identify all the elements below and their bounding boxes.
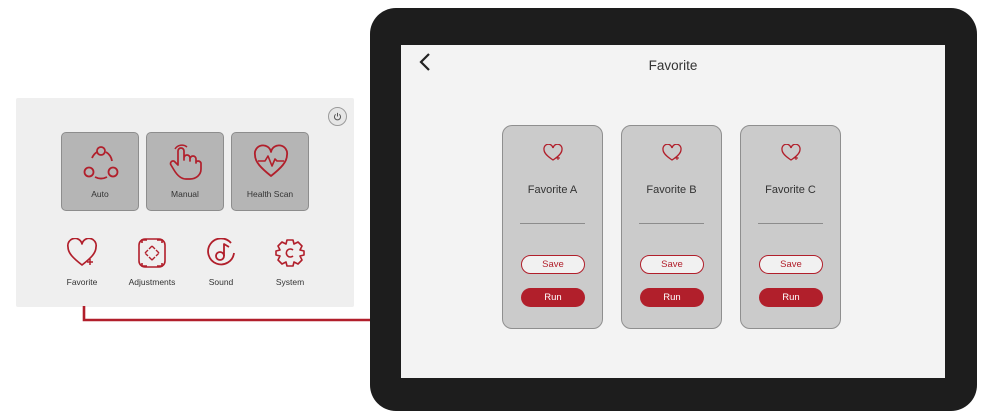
divider	[639, 223, 704, 224]
favorite-card-b: Favorite B Save Run	[621, 125, 722, 329]
save-button[interactable]: Save	[640, 255, 704, 274]
tablet-frame: Favorite Favorite A Save Run Favorite B …	[370, 8, 977, 411]
divider	[520, 223, 585, 224]
run-button[interactable]: Run	[521, 288, 585, 307]
favorite-card-a: Favorite A Save Run	[502, 125, 603, 329]
favorite-name: Favorite B	[646, 184, 697, 196]
favorite-name: Favorite C	[765, 184, 816, 196]
run-button[interactable]: Run	[759, 288, 823, 307]
page-title: Favorite	[648, 58, 698, 73]
heart-plus-icon	[543, 144, 563, 161]
run-button[interactable]: Run	[640, 288, 704, 307]
heart-plus-icon	[781, 144, 801, 161]
favorite-card-c: Favorite C Save Run	[740, 125, 841, 329]
favorite-name: Favorite A	[527, 184, 578, 196]
save-button[interactable]: Save	[521, 255, 585, 274]
heart-plus-icon	[662, 144, 682, 161]
connector-arrow	[82, 306, 386, 326]
divider	[758, 223, 823, 224]
favorite-screen: Favorite Favorite A Save Run Favorite B …	[401, 45, 945, 378]
save-button[interactable]: Save	[759, 255, 823, 274]
